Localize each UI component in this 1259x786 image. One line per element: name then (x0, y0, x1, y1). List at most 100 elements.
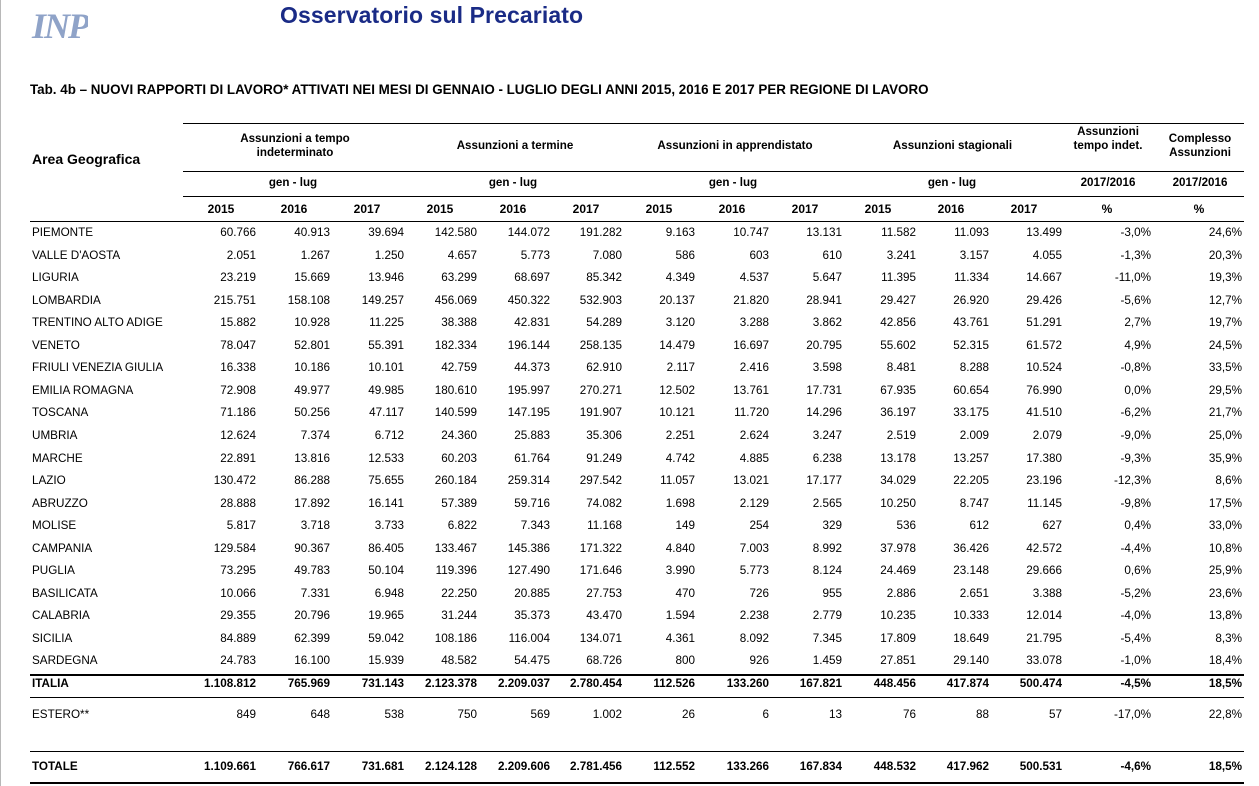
value-cell: 15.669 (294, 271, 330, 284)
value-cell: 88 (975, 708, 989, 721)
value-cell: 74.082 (586, 497, 622, 510)
value-cell: 33,0% (1208, 519, 1242, 532)
value-cell: 1.459 (812, 654, 842, 667)
value-cell: 1.594 (665, 609, 695, 622)
value-cell: 167.834 (799, 760, 842, 773)
value-cell: 500.474 (1019, 677, 1062, 690)
value-cell: 3.990 (665, 564, 695, 577)
period-label-apprendistato: gen - lug (708, 176, 758, 189)
value-cell: 13.257 (953, 452, 989, 465)
value-cell: 167.821 (799, 677, 842, 690)
value-cell: 43.761 (953, 316, 989, 329)
value-cell: 54.289 (586, 316, 622, 329)
value-cell: 11.582 (881, 226, 916, 239)
value-cell: 11.093 (954, 226, 989, 239)
value-cell: 4.840 (665, 542, 695, 555)
value-cell: 21.795 (1026, 632, 1062, 645)
table-row-valle-d-aosta: VALLE D'AOSTA 2.051 1.267 1.250 4.657 5.773 7.… (0, 249, 1259, 269)
value-cell: 29,5% (1208, 384, 1242, 397)
value-cell: 140.599 (434, 406, 477, 419)
region-name: MARCHE (32, 452, 83, 465)
table-row-sardegna: SARDEGNA 24.783 16.100 15.939 48.582 54.475 68… (0, 654, 1259, 674)
value-cell: 171.322 (579, 542, 622, 555)
year-header-cell: 2017 (572, 202, 600, 216)
value-cell: 2.209.606 (498, 760, 550, 773)
value-cell: 35.306 (586, 429, 622, 442)
value-cell: 52.801 (294, 339, 330, 352)
table-row-estero: ESTERO** 849 648 538 750 569 1.002 26 6 13 76 88 57 -… (0, 708, 1259, 728)
value-cell: 29.427 (880, 294, 916, 307)
value-cell: 10.121 (659, 406, 695, 419)
value-cell: 5.773 (520, 249, 550, 262)
value-cell: 8.481 (886, 361, 916, 374)
value-cell: 2.009 (959, 429, 989, 442)
value-cell: 55.391 (368, 339, 404, 352)
value-cell: 33.078 (1026, 654, 1062, 667)
value-cell: 18,5% (1208, 760, 1242, 773)
header-bottom-rule (30, 221, 1244, 222)
region-name: ABRUZZO (32, 497, 88, 510)
value-cell: 2.886 (886, 587, 916, 600)
value-cell: 18,4% (1208, 654, 1242, 667)
value-cell: 11.057 (660, 474, 695, 487)
value-cell: 23,6% (1208, 587, 1242, 600)
value-cell: 3.733 (374, 519, 404, 532)
value-cell: 76.990 (1026, 384, 1062, 397)
value-cell: 259.314 (507, 474, 550, 487)
value-cell: 14.296 (806, 406, 842, 419)
value-cell: 17.892 (294, 497, 330, 510)
value-cell: 4.361 (665, 632, 695, 645)
value-cell: 62.399 (294, 632, 330, 645)
value-cell: 2.781.456 (570, 760, 622, 773)
value-cell: 49.783 (294, 564, 330, 577)
value-cell: 726 (749, 587, 769, 600)
table-row-trentino-alto-adige: TRENTINO ALTO ADIGE 15.882 10.928 11.225 38.… (0, 316, 1259, 336)
value-cell: 3.718 (300, 519, 330, 532)
value-cell: 2.565 (812, 497, 842, 510)
table-caption: Tab. 4b – NUOVI RAPPORTI DI LAVORO* ATTI… (30, 82, 929, 97)
value-cell: -1,0% (1120, 654, 1151, 667)
value-cell: 12.014 (1026, 609, 1062, 622)
value-cell: 955 (822, 587, 842, 600)
value-cell: 4.885 (739, 452, 769, 465)
value-cell: 49.977 (294, 384, 330, 397)
page-title: Osservatorio sul Precariato (280, 2, 584, 28)
value-cell: 112.526 (653, 677, 695, 690)
value-cell: 36.197 (880, 406, 916, 419)
value-cell: 71.186 (220, 406, 256, 419)
region-name: SICILIA (32, 632, 73, 645)
value-cell: 29.355 (220, 609, 256, 622)
totale-bottom-rule (30, 782, 1244, 784)
value-cell: 76 (902, 708, 916, 721)
value-cell: 6.822 (447, 519, 477, 532)
table-row-marche: MARCHE 22.891 13.816 12.533 60.203 61.764 91.2… (0, 452, 1259, 472)
value-cell: 3.598 (812, 361, 842, 374)
year-header-cell: 2015 (207, 202, 235, 216)
value-cell: 195.997 (507, 384, 550, 397)
value-cell: 750 (457, 708, 477, 721)
value-cell: 2.129 (739, 497, 769, 510)
table-row-calabria: CALABRIA 29.355 20.796 19.965 31.244 35.373 43… (0, 609, 1259, 629)
value-cell: 149.257 (361, 294, 404, 307)
value-cell: 448.532 (873, 760, 916, 773)
value-cell: -4,0% (1120, 609, 1151, 622)
value-cell: 11.720 (734, 406, 769, 419)
value-cell: 68.726 (586, 654, 622, 667)
value-cell: 297.542 (579, 474, 622, 487)
value-cell: 456.069 (434, 294, 477, 307)
value-cell: 191.907 (579, 406, 622, 419)
value-cell: 13 (828, 708, 842, 721)
value-cell: 15.939 (368, 654, 404, 667)
value-cell: 86.405 (368, 542, 404, 555)
value-cell: 18,5% (1208, 677, 1242, 690)
value-cell: 4.537 (739, 271, 769, 284)
value-cell: 0,6% (1124, 564, 1151, 577)
value-cell: 21.820 (733, 294, 769, 307)
value-cell: -11,0% (1114, 271, 1151, 284)
value-cell: 62.910 (586, 361, 622, 374)
value-cell: 10.186 (294, 361, 330, 374)
value-cell: -4,6% (1120, 760, 1151, 773)
value-cell: 926 (749, 654, 769, 667)
value-cell: 16.697 (733, 339, 769, 352)
value-cell: 144.072 (507, 226, 550, 239)
